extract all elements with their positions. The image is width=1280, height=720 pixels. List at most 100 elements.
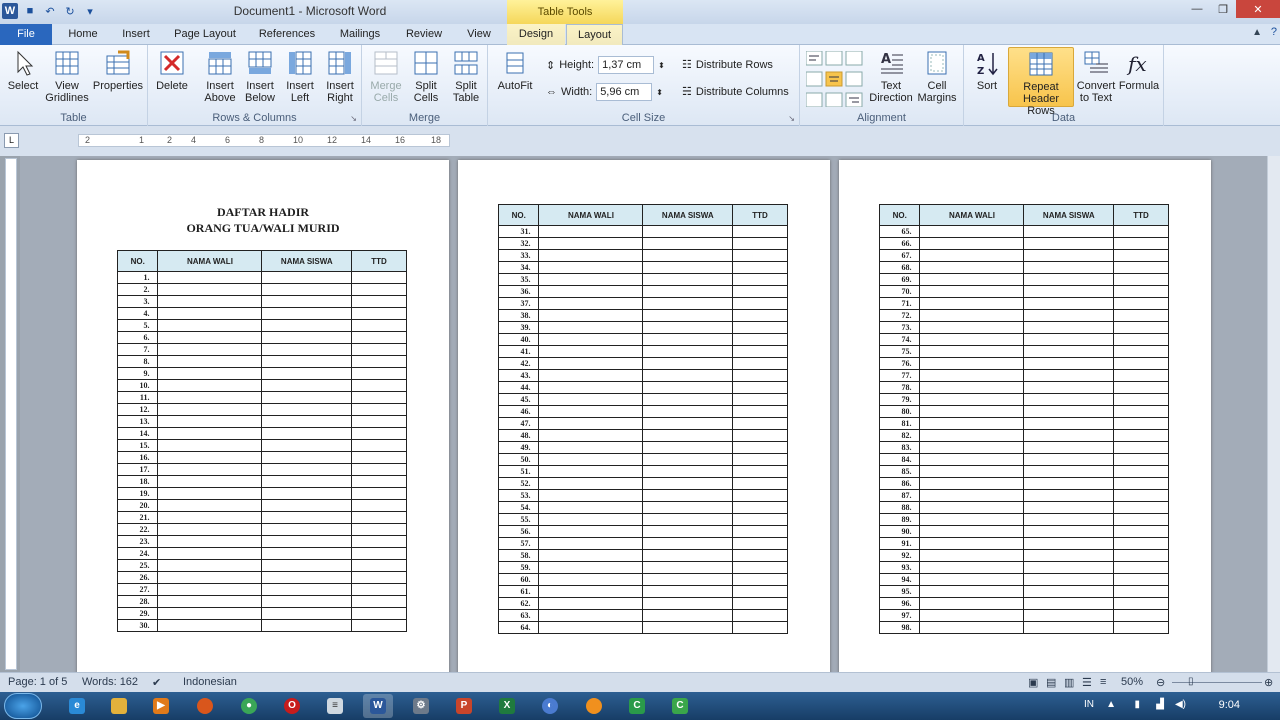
nama-wali-cell[interactable] [538, 441, 644, 454]
row-number[interactable]: 87. [878, 489, 921, 502]
row-number[interactable]: 35. [497, 273, 540, 286]
nama-siswa-cell[interactable] [642, 249, 734, 262]
nama-siswa-cell[interactable] [261, 439, 353, 452]
ttd-cell[interactable] [1113, 429, 1169, 442]
explorer-icon[interactable] [104, 694, 134, 718]
ttd-cell[interactable] [1113, 369, 1169, 382]
ttd-cell[interactable] [1113, 285, 1169, 298]
convert-to-text-button[interactable]: Convert to Text [1076, 49, 1116, 104]
powerpoint-icon[interactable]: P [449, 694, 479, 718]
nama-wali-cell[interactable] [157, 619, 263, 632]
nama-siswa-cell[interactable] [1023, 393, 1115, 406]
page-3[interactable]: NO. NAMA WALI NAMA SISWA TTD 65. 66. 67. 68. 69.… [839, 160, 1211, 672]
row-number[interactable]: 48. [497, 429, 540, 442]
row-number[interactable]: 7. [116, 343, 159, 356]
column-header[interactable]: NO. [116, 250, 159, 272]
row-number[interactable]: 44. [497, 381, 540, 394]
row-number[interactable]: 67. [878, 249, 921, 262]
nama-siswa-cell[interactable] [642, 261, 734, 274]
ttd-cell[interactable] [351, 475, 407, 488]
nama-wali-cell[interactable] [157, 583, 263, 596]
text-direction-button[interactable]: A Text Direction [868, 49, 914, 104]
ttd-cell[interactable] [732, 393, 788, 406]
row-number[interactable]: 79. [878, 393, 921, 406]
nama-wali-cell[interactable] [538, 321, 644, 334]
ttd-cell[interactable] [351, 307, 407, 320]
row-number[interactable]: 27. [116, 583, 159, 596]
column-header[interactable]: NAMA WALI [538, 204, 644, 226]
nama-wali-cell[interactable] [538, 573, 644, 586]
row-number[interactable]: 31. [497, 225, 540, 238]
full-screen-reading-icon[interactable]: ▤ [1046, 676, 1056, 689]
ttd-cell[interactable] [1113, 549, 1169, 562]
show-hidden-icons-icon[interactable]: ▲ [1106, 699, 1116, 710]
nama-wali-cell[interactable] [538, 261, 644, 274]
row-number[interactable]: 82. [878, 429, 921, 442]
ttd-cell[interactable] [351, 295, 407, 308]
ttd-cell[interactable] [732, 573, 788, 586]
ttd-cell[interactable] [1113, 237, 1169, 250]
camtasia-icon[interactable]: C [622, 694, 652, 718]
row-number[interactable]: 65. [878, 225, 921, 238]
row-number[interactable]: 12. [116, 403, 159, 416]
nama-siswa-cell[interactable] [1023, 261, 1115, 274]
merge-cells-button[interactable]: Merge Cells [366, 49, 406, 104]
row-number[interactable]: 45. [497, 393, 540, 406]
ttd-cell[interactable] [732, 429, 788, 442]
print-layout-icon[interactable]: ▣ [1028, 676, 1038, 689]
ttd-cell[interactable] [351, 367, 407, 380]
nama-wali-cell[interactable] [157, 487, 263, 500]
excel-icon[interactable]: X [492, 694, 522, 718]
nama-siswa-cell[interactable] [1023, 537, 1115, 550]
nama-siswa-cell[interactable] [261, 403, 353, 416]
nama-wali-cell[interactable] [538, 621, 644, 634]
nama-wali-cell[interactable] [919, 357, 1025, 370]
ttd-cell[interactable] [1113, 381, 1169, 394]
ttd-cell[interactable] [732, 321, 788, 334]
minimize-icon[interactable]: — [1184, 0, 1210, 18]
row-number[interactable]: 33. [497, 249, 540, 262]
nama-wali-cell[interactable] [538, 393, 644, 406]
row-number[interactable]: 16. [116, 451, 159, 464]
nama-wali-cell[interactable] [157, 463, 263, 476]
nama-siswa-cell[interactable] [1023, 549, 1115, 562]
ttd-cell[interactable] [1113, 225, 1169, 238]
nama-siswa-cell[interactable] [1023, 249, 1115, 262]
row-number[interactable]: 19. [116, 487, 159, 500]
row-number[interactable]: 90. [878, 525, 921, 538]
nama-wali-cell[interactable] [157, 367, 263, 380]
nama-siswa-cell[interactable] [642, 321, 734, 334]
row-number[interactable]: 5. [116, 319, 159, 332]
row-number[interactable]: 74. [878, 333, 921, 346]
nama-siswa-cell[interactable] [261, 391, 353, 404]
nama-siswa-cell[interactable] [1023, 297, 1115, 310]
nama-wali-cell[interactable] [919, 501, 1025, 514]
firefox-icon[interactable] [190, 694, 220, 718]
ttd-cell[interactable] [1113, 501, 1169, 514]
nama-siswa-cell[interactable] [1023, 525, 1115, 538]
nama-siswa-cell[interactable] [1023, 513, 1115, 526]
settings-app-icon[interactable]: ⚙ [406, 694, 436, 718]
nama-wali-cell[interactable] [157, 427, 263, 440]
nama-wali-cell[interactable] [919, 309, 1025, 322]
nama-wali-cell[interactable] [157, 415, 263, 428]
distribute-columns-button[interactable]: ☵ Distribute Columns [682, 85, 789, 99]
nama-siswa-cell[interactable] [261, 607, 353, 620]
nama-siswa-cell[interactable] [642, 465, 734, 478]
nama-siswa-cell[interactable] [1023, 477, 1115, 490]
nama-siswa-cell[interactable] [642, 297, 734, 310]
row-number[interactable]: 21. [116, 511, 159, 524]
ttd-cell[interactable] [1113, 393, 1169, 406]
row-number[interactable]: 49. [497, 441, 540, 454]
nama-wali-cell[interactable] [919, 561, 1025, 574]
nama-wali-cell[interactable] [919, 573, 1025, 586]
nama-siswa-cell[interactable] [1023, 561, 1115, 574]
ttd-cell[interactable] [351, 427, 407, 440]
nama-wali-cell[interactable] [919, 381, 1025, 394]
ttd-cell[interactable] [1113, 357, 1169, 370]
row-number[interactable]: 29. [116, 607, 159, 620]
nama-siswa-cell[interactable] [642, 309, 734, 322]
row-number[interactable]: 14. [116, 427, 159, 440]
row-number[interactable]: 93. [878, 561, 921, 574]
row-number[interactable]: 77. [878, 369, 921, 382]
